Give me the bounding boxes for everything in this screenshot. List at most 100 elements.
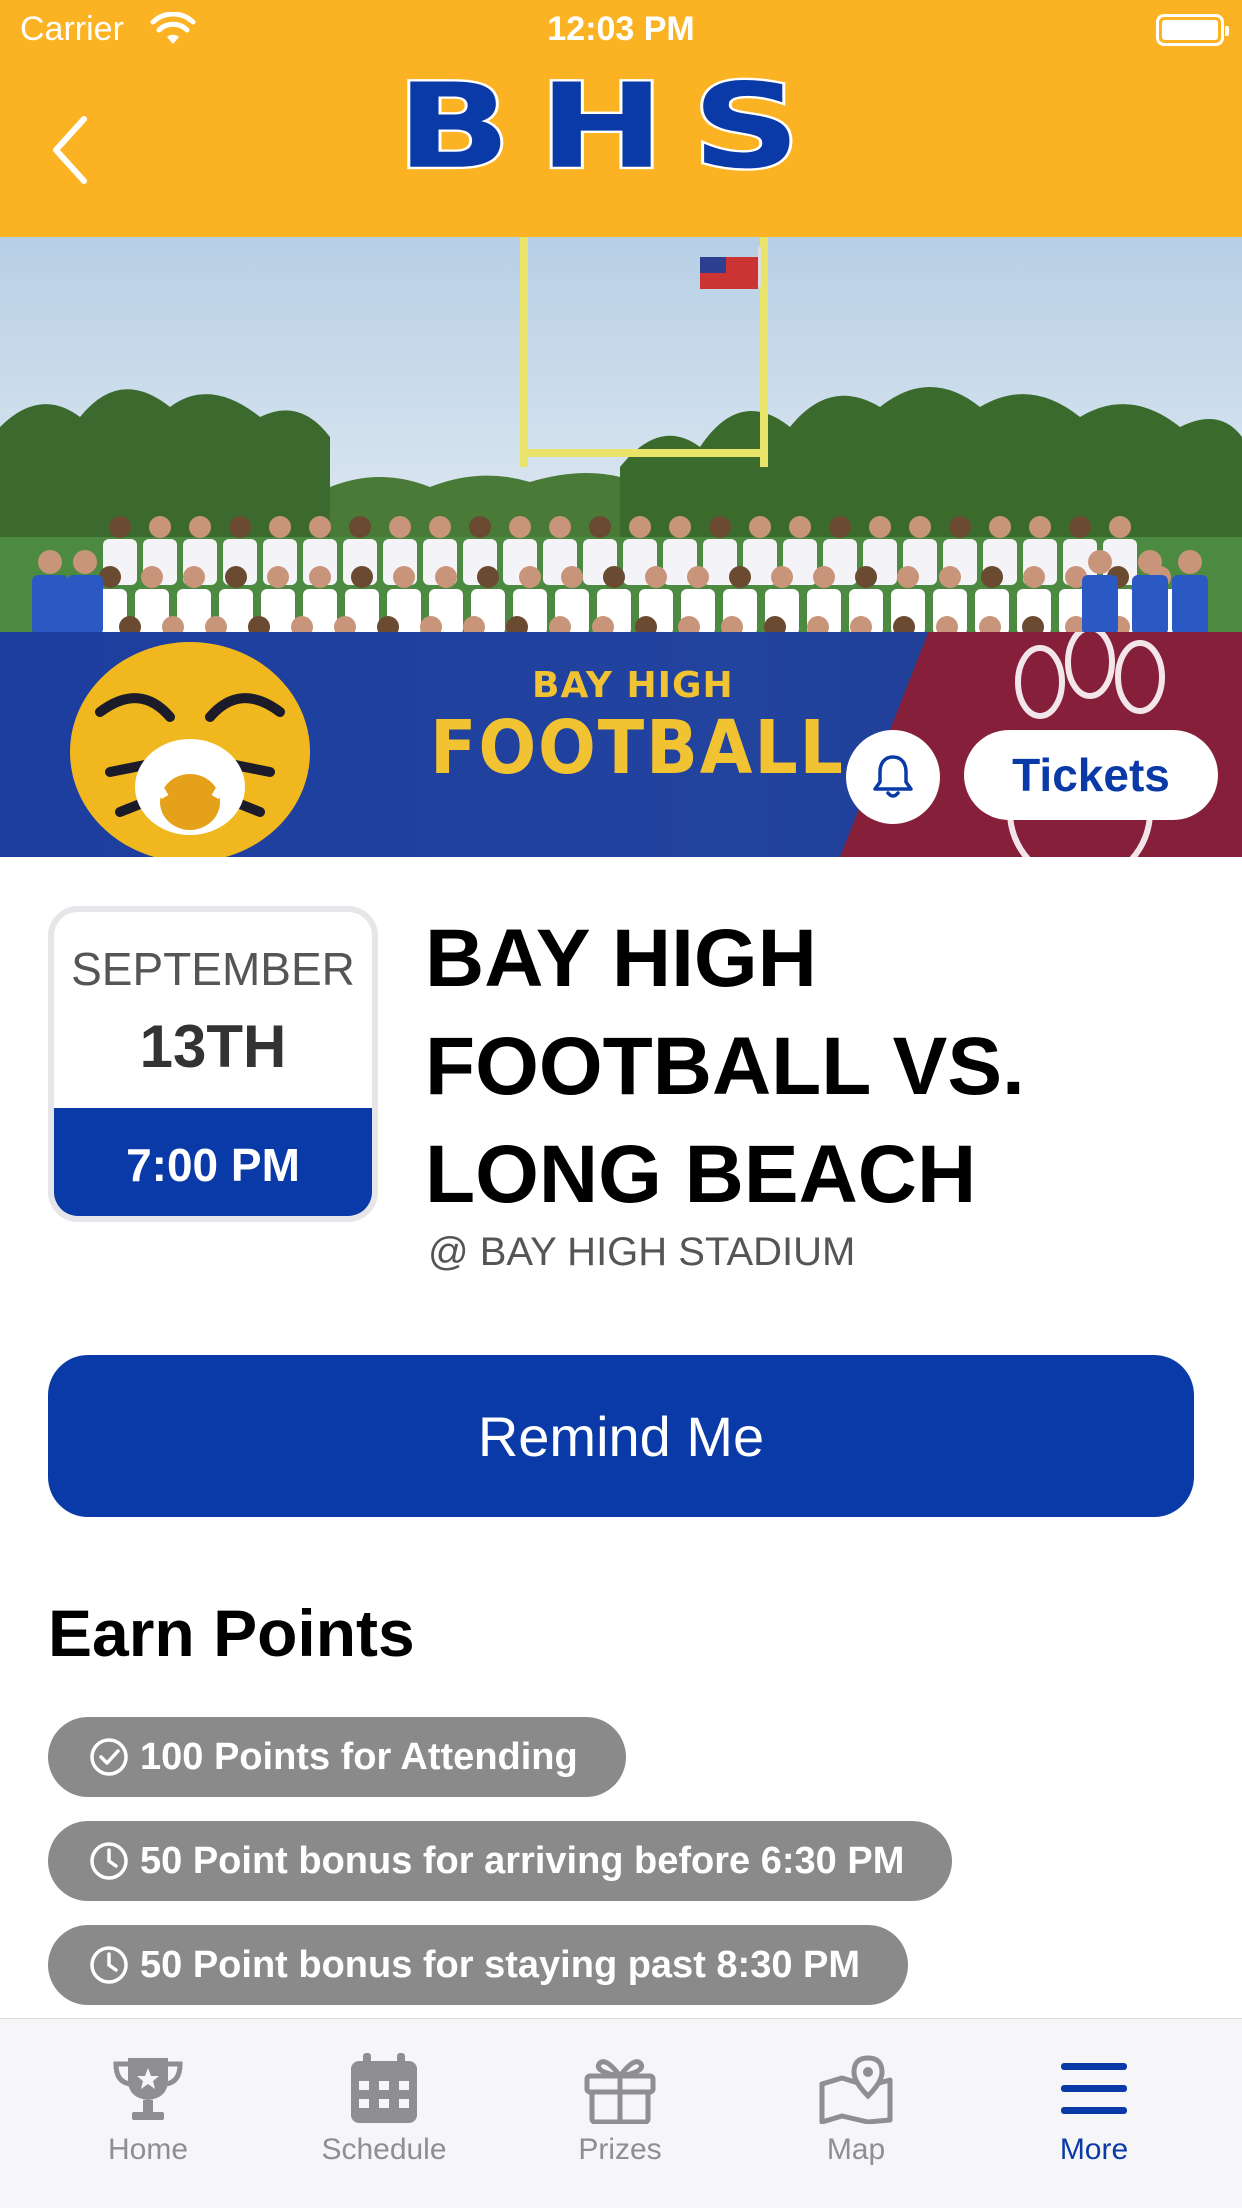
app-header: Carrier 12:03 PM BHS [0, 0, 1242, 237]
player-head [687, 566, 709, 588]
points-item-stay-late: 50 Point bonus for staying past 8:30 PM [48, 1925, 909, 2005]
points-item-text: 100 Points for Attending [140, 1735, 578, 1778]
battery-icon [1156, 14, 1229, 46]
tab-more[interactable]: More [976, 2019, 1212, 2208]
player-head [709, 516, 731, 538]
player-head [519, 566, 541, 588]
player-head [267, 566, 289, 588]
tab-map[interactable]: Map [738, 2019, 974, 2208]
player-head [229, 516, 251, 538]
player-head [989, 516, 1011, 538]
tickets-button[interactable]: Tickets [964, 730, 1218, 820]
player-head [309, 566, 331, 588]
player-head [269, 516, 291, 538]
player-head [477, 566, 499, 588]
notify-bell-button[interactable] [846, 730, 940, 824]
earn-points-heading: Earn Points [48, 1596, 415, 1670]
player-head [789, 516, 811, 538]
player-head [589, 516, 611, 538]
player-head [949, 516, 971, 538]
coach-shirt [1082, 575, 1118, 635]
player-head [1069, 516, 1091, 538]
school-logo: BHS [305, 57, 920, 197]
points-item-text: 50 Point bonus for arriving before 6:30 … [140, 1839, 905, 1882]
player-head [603, 566, 625, 588]
player-head [561, 566, 583, 588]
player-head [389, 516, 411, 538]
tiger-mascot-icon [70, 642, 310, 857]
player-head [183, 566, 205, 588]
coach-head [1178, 550, 1202, 574]
tab-schedule[interactable]: Schedule [266, 2019, 502, 2208]
player-head [829, 516, 851, 538]
trophy-icon [110, 2049, 186, 2129]
chevron-left-icon [53, 116, 87, 184]
bell-icon [873, 755, 913, 798]
player-head [435, 566, 457, 588]
player-head [729, 566, 751, 588]
player-head [897, 566, 919, 588]
points-item-early-arrival: 50 Point bonus for arriving before 6:30 … [48, 1821, 953, 1901]
player-head [645, 566, 667, 588]
player-head [629, 516, 651, 538]
banner-title: FOOTBALL [430, 705, 845, 791]
check-circle-icon [88, 1736, 130, 1778]
coach-head [1138, 550, 1162, 574]
gift-icon [583, 2049, 657, 2129]
back-button[interactable] [40, 110, 100, 190]
player-head [349, 516, 371, 538]
player-head [981, 566, 1003, 588]
map-icon [818, 2049, 894, 2129]
player-head [1109, 516, 1131, 538]
goalpost-illustration [520, 237, 768, 467]
coach-head [73, 550, 97, 574]
player-head [149, 516, 171, 538]
tab-bar: Home Schedule Prizes Map More [0, 2018, 1242, 2208]
event-date-card: SEPTEMBER 13TH 7:00 PM [48, 906, 378, 1222]
event-day: 13TH [139, 1013, 287, 1080]
banner-subtitle: BAY HIGH [532, 665, 734, 706]
tab-home[interactable]: Home [30, 2019, 266, 2208]
tab-label: More [1059, 2133, 1129, 2166]
coach-shirt [1132, 575, 1168, 635]
player-head [509, 516, 531, 538]
player-head [393, 566, 415, 588]
tab-label: Map [826, 2133, 886, 2166]
player-head [909, 516, 931, 538]
logo-text: BHS [394, 57, 829, 197]
tab-prizes[interactable]: Prizes [502, 2019, 738, 2208]
player-head [351, 566, 373, 588]
player-head [869, 516, 891, 538]
clock-icon [88, 1944, 130, 1986]
calendar-icon [349, 2049, 419, 2129]
remind-me-button[interactable]: Remind Me [48, 1355, 1194, 1517]
player-head [309, 516, 331, 538]
player-head [1029, 516, 1051, 538]
player-head [1023, 566, 1045, 588]
points-item-text: 50 Point bonus for staying past 8:30 PM [140, 1943, 861, 1986]
player-head [429, 516, 451, 538]
coach-head [38, 550, 62, 574]
event-time: 7:00 PM [54, 1108, 372, 1216]
player-head [141, 566, 163, 588]
status-bar: Carrier 12:03 PM [0, 0, 1242, 60]
tab-label: Home [107, 2133, 189, 2166]
status-time: 12:03 PM [547, 10, 695, 48]
player-head [225, 566, 247, 588]
player-head [669, 516, 691, 538]
clock-icon [88, 1840, 130, 1882]
player-head [813, 566, 835, 588]
event-title: BAY HIGH FOOTBALL VS. LONG BEACH [425, 913, 1025, 1220]
player-head [855, 566, 877, 588]
points-item-attending: 100 Points for Attending [48, 1717, 626, 1797]
event-venue: @ BAY HIGH STADIUM [428, 1230, 856, 1274]
player-head [109, 516, 131, 538]
player-head [939, 566, 961, 588]
player-head [549, 516, 571, 538]
tab-label: Schedule [321, 2133, 447, 2166]
coach-head [1088, 550, 1112, 574]
player-head [189, 516, 211, 538]
player-head [771, 566, 793, 588]
player-head [469, 516, 491, 538]
coach-shirt [1172, 575, 1208, 635]
